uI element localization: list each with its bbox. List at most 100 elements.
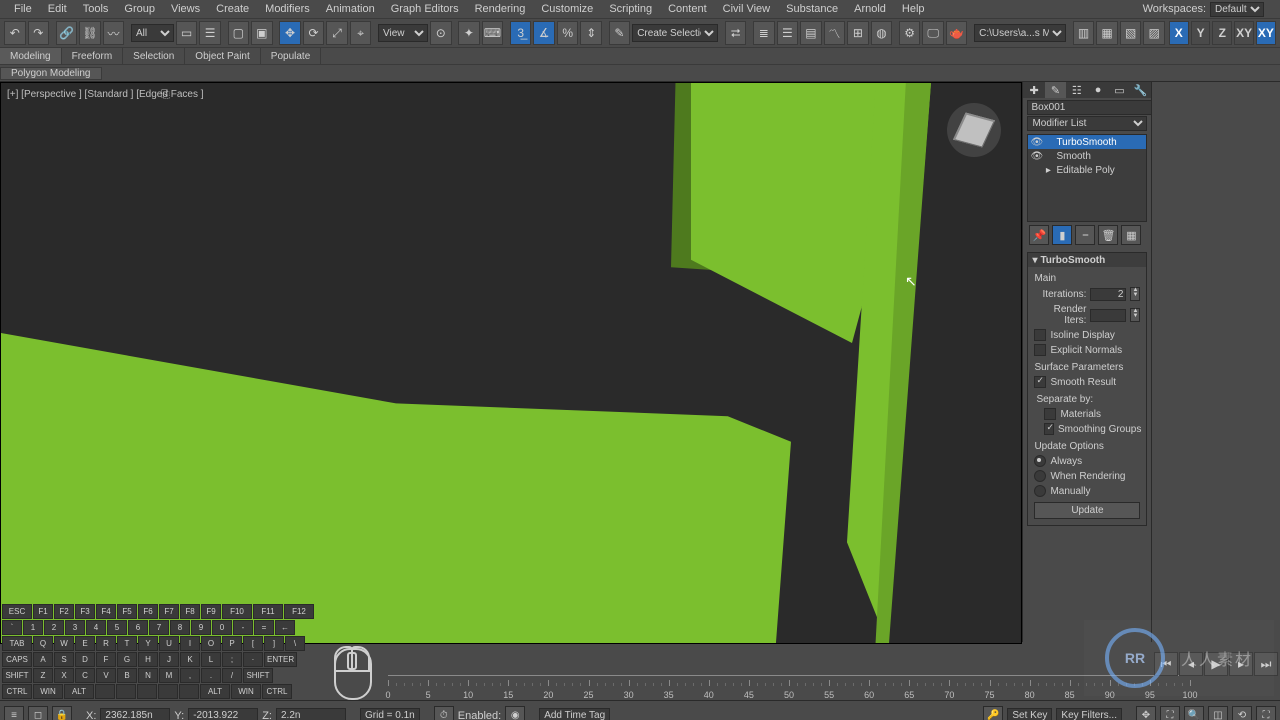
- modifier-turbosmooth[interactable]: 👁TurboSmooth: [1028, 135, 1146, 149]
- create-tab[interactable]: ✚: [1023, 82, 1044, 98]
- render-button[interactable]: 🫖: [946, 21, 968, 45]
- undo-button[interactable]: ↶: [4, 21, 26, 45]
- menu-file[interactable]: File: [6, 3, 40, 15]
- workspaces-dropdown[interactable]: Default: [1210, 2, 1264, 17]
- smoothing-groups-checkbox[interactable]: [1044, 423, 1054, 435]
- redo-button[interactable]: ↷: [28, 21, 50, 45]
- menu-tools[interactable]: Tools: [75, 3, 117, 15]
- menu-edit[interactable]: Edit: [40, 3, 75, 15]
- iterations-input[interactable]: [1090, 288, 1126, 301]
- show-end-result-button[interactable]: ▮: [1052, 225, 1072, 245]
- axis-x-button[interactable]: X: [1169, 21, 1189, 45]
- spinner-snap-button[interactable]: ⇕: [580, 21, 602, 45]
- modifier-smooth[interactable]: 👁Smooth: [1028, 149, 1146, 163]
- select-object-button[interactable]: ▭: [176, 21, 198, 45]
- visibility-icon[interactable]: 👁: [1030, 151, 1040, 162]
- menu-scripting[interactable]: Scripting: [601, 3, 660, 15]
- ribbon-tab-freeform[interactable]: Freeform: [62, 48, 124, 64]
- iterations-spinner[interactable]: ▲▼: [1130, 287, 1140, 301]
- key-filters-button[interactable]: Key Filters...: [1056, 708, 1122, 720]
- enabled-toggle[interactable]: ◉: [505, 706, 525, 720]
- when-rendering-radio[interactable]: [1034, 470, 1046, 482]
- axis-xy2-button[interactable]: XY: [1256, 21, 1276, 45]
- menu-animation[interactable]: Animation: [318, 3, 383, 15]
- update-button[interactable]: Update: [1034, 502, 1140, 519]
- modifier-stack[interactable]: 👁TurboSmooth👁Smooth▸Editable Poly: [1027, 134, 1147, 222]
- nav-orbit-button[interactable]: ⟲: [1232, 706, 1252, 720]
- nav-pan-button[interactable]: ✥: [1136, 706, 1156, 720]
- percent-snap-button[interactable]: %: [557, 21, 579, 45]
- modifier-editable-poly[interactable]: ▸Editable Poly: [1028, 163, 1146, 177]
- scene-explorer-btn2[interactable]: ▦: [1096, 21, 1118, 45]
- autokey-button[interactable]: 🔑: [983, 706, 1003, 720]
- scene-explorer-btn1[interactable]: ▥: [1073, 21, 1095, 45]
- material-editor-button[interactable]: ◍: [871, 21, 893, 45]
- z-coord[interactable]: 2.2n: [276, 708, 346, 720]
- scene-explorer-btn4[interactable]: ▨: [1143, 21, 1165, 45]
- goto-start-button[interactable]: ⏮: [1154, 652, 1178, 676]
- viewcube[interactable]: [947, 103, 1001, 157]
- edit-named-sel-button[interactable]: ✎: [609, 21, 631, 45]
- explicit-checkbox[interactable]: [1034, 344, 1046, 356]
- menu-views[interactable]: Views: [163, 3, 208, 15]
- nav-zoom-button[interactable]: 🔍: [1184, 706, 1204, 720]
- goto-end-button[interactable]: ⏭: [1254, 652, 1278, 676]
- next-frame-button[interactable]: ▸: [1229, 652, 1253, 676]
- ribbon-sub-polygon-modeling[interactable]: Polygon Modeling: [0, 67, 102, 80]
- link-button[interactable]: 🔗: [56, 21, 78, 45]
- scene-explorer-btn3[interactable]: ▧: [1120, 21, 1142, 45]
- nav-zoom-extents-button[interactable]: ⛶: [1160, 706, 1180, 720]
- menu-civil-view[interactable]: Civil View: [715, 3, 778, 15]
- axis-y-button[interactable]: Y: [1191, 21, 1211, 45]
- scale-button[interactable]: ⤢: [326, 21, 348, 45]
- prev-frame-button[interactable]: ◂: [1179, 652, 1203, 676]
- select-name-button[interactable]: ☰: [199, 21, 221, 45]
- isoline-checkbox[interactable]: [1034, 329, 1046, 341]
- perspective-viewport[interactable]: [+] [Perspective ] [Standard ] [Edged Fa…: [0, 82, 1022, 644]
- visibility-icon[interactable]: 👁: [1030, 137, 1040, 148]
- set-key-button[interactable]: Set Key: [1007, 708, 1052, 720]
- rect-select-button[interactable]: ▢: [228, 21, 250, 45]
- render-setup-button[interactable]: ⚙: [899, 21, 921, 45]
- ribbon-tab-selection[interactable]: Selection: [123, 48, 185, 64]
- axis-z-button[interactable]: Z: [1212, 21, 1232, 45]
- menu-customize[interactable]: Customize: [533, 3, 601, 15]
- utilities-tab[interactable]: 🔧: [1130, 82, 1151, 98]
- angle-snap-button[interactable]: ∡: [533, 21, 555, 45]
- isolate-button[interactable]: ◻: [28, 706, 48, 720]
- selection-lock-button[interactable]: 🔒: [52, 706, 72, 720]
- object-name-field[interactable]: [1027, 100, 1167, 115]
- viewport-label[interactable]: [+] [Perspective ] [Standard ] [Edged Fa…: [7, 89, 204, 100]
- align-button[interactable]: ≣: [753, 21, 775, 45]
- modifier-list-dropdown[interactable]: Modifier List: [1027, 116, 1147, 131]
- motion-tab[interactable]: ●: [1087, 82, 1108, 98]
- rollout-header[interactable]: ▾ TurboSmooth: [1028, 253, 1146, 267]
- smooth-result-checkbox[interactable]: [1034, 376, 1046, 388]
- bind-spacewarp-button[interactable]: 〰: [103, 21, 125, 45]
- time-config-button[interactable]: ⏱: [434, 706, 454, 720]
- mirror-button[interactable]: ⮂: [725, 21, 747, 45]
- nav-fov-button[interactable]: ◫: [1208, 706, 1228, 720]
- render-iters-input[interactable]: [1090, 309, 1126, 322]
- selection-filter-dropdown[interactable]: All: [131, 24, 174, 42]
- ref-coord-dropdown[interactable]: View: [378, 24, 428, 42]
- ribbon-tab-modeling[interactable]: Modeling: [0, 48, 62, 64]
- menu-graph-editors[interactable]: Graph Editors: [383, 3, 467, 15]
- project-path-dropdown[interactable]: C:\Users\a...s Max 2022: [974, 24, 1066, 42]
- named-selset-dropdown[interactable]: Create Selection Se: [632, 24, 718, 42]
- toggle-ribbon-button[interactable]: ▤: [800, 21, 822, 45]
- schematic-view-button[interactable]: ⊞: [847, 21, 869, 45]
- menu-substance[interactable]: Substance: [778, 3, 846, 15]
- make-unique-button[interactable]: ⎯: [1075, 225, 1095, 245]
- ribbon-tab-object-paint[interactable]: Object Paint: [185, 48, 260, 64]
- axis-xy-button[interactable]: XY: [1234, 21, 1254, 45]
- menu-content[interactable]: Content: [660, 3, 715, 15]
- always-radio[interactable]: [1034, 455, 1046, 467]
- menu-modifiers[interactable]: Modifiers: [257, 3, 318, 15]
- play-button[interactable]: ▶: [1204, 652, 1228, 676]
- use-pivot-button[interactable]: ⊙: [430, 21, 452, 45]
- ribbon-tab-populate[interactable]: Populate: [261, 48, 321, 64]
- display-tab[interactable]: ▭: [1109, 82, 1130, 98]
- hierarchy-tab[interactable]: ☷: [1066, 82, 1087, 98]
- viewport-config-icon[interactable]: ⎘: [161, 89, 170, 102]
